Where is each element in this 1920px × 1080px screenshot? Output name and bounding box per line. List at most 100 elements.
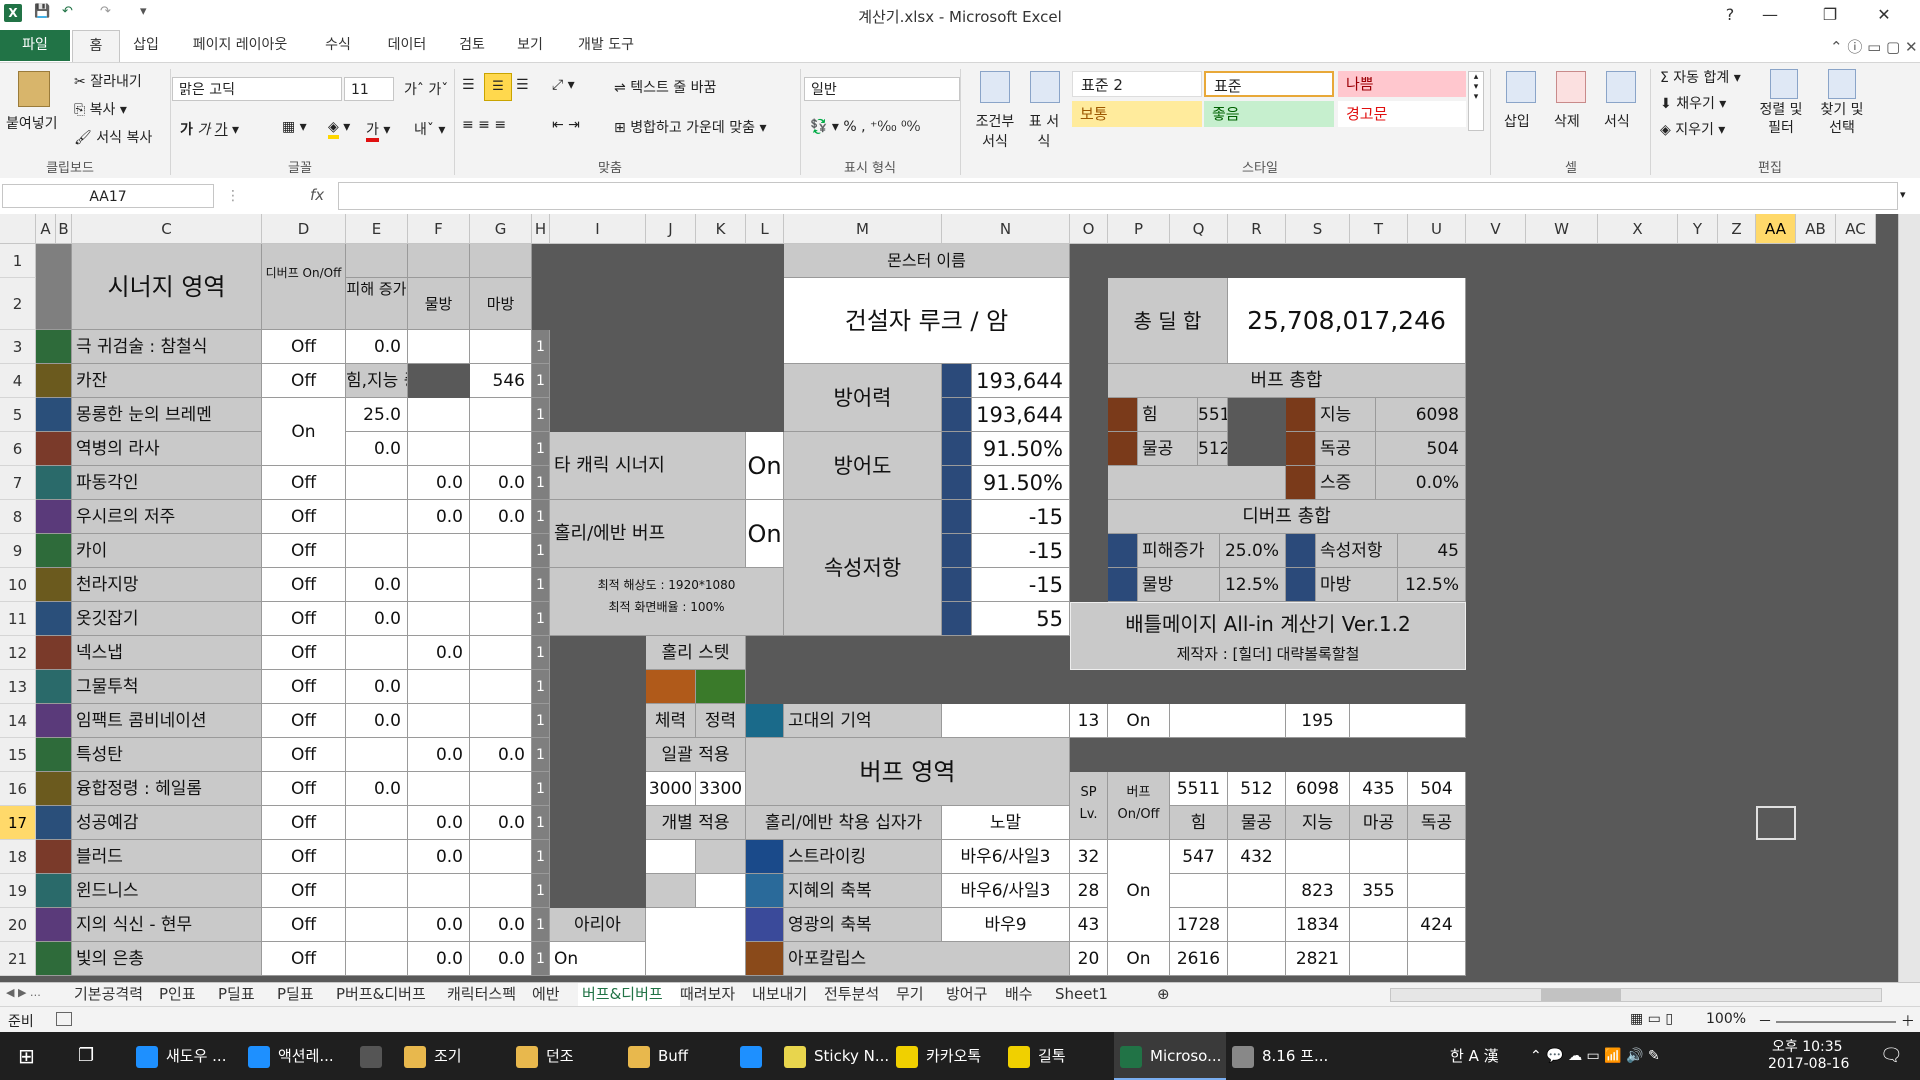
- notification-icon[interactable]: 🗨: [1880, 1032, 1903, 1080]
- horizontal-scrollbar[interactable]: [1390, 988, 1882, 1002]
- row-header[interactable]: 7: [0, 466, 36, 500]
- sheet-tab[interactable]: P버프&디버프: [332, 983, 447, 1006]
- synergy-onoff-cell[interactable]: Off: [262, 534, 346, 568]
- row-header[interactable]: 2: [0, 278, 36, 330]
- sheet-tab[interactable]: Sheet1: [1051, 983, 1153, 1006]
- row-header[interactable]: 15: [0, 738, 36, 772]
- find-select-button[interactable]: 찾기 및 선택: [1816, 101, 1868, 137]
- buff-skill-lv[interactable]: 28: [1070, 874, 1108, 908]
- column-header[interactable]: AC: [1836, 214, 1876, 244]
- format-cells-icon[interactable]: [1606, 71, 1636, 103]
- sheet-nav-icon[interactable]: ◀ ▶ …: [6, 986, 41, 999]
- holy-spi-value[interactable]: 3300: [696, 772, 746, 806]
- taskbar-app[interactable]: 던조: [510, 1032, 622, 1080]
- tab-home[interactable]: 홈: [72, 30, 120, 62]
- synergy-onoff-cell[interactable]: Off: [262, 738, 346, 772]
- select-all-corner[interactable]: [0, 214, 36, 244]
- synergy-onoff-cell[interactable]: Off: [262, 466, 346, 500]
- column-header[interactable]: X: [1598, 214, 1678, 244]
- column-header[interactable]: U: [1408, 214, 1466, 244]
- sheet-tab[interactable]: 에반: [528, 983, 582, 1006]
- column-header[interactable]: K: [696, 214, 746, 244]
- holy-each-spi[interactable]: [696, 874, 746, 908]
- ime-indicator[interactable]: 한 A 漢: [1450, 1032, 1499, 1080]
- other-synergy-value[interactable]: On: [746, 432, 784, 500]
- indent-icon[interactable]: ⇤ ⇥: [552, 117, 580, 133]
- clock-date[interactable]: 2017-08-16: [1768, 1056, 1849, 1072]
- taskbar-app[interactable]: 새도우 ...: [130, 1032, 242, 1080]
- paste-button[interactable]: 붙여넣기: [6, 113, 58, 133]
- scrollbar-thumb[interactable]: [1541, 989, 1621, 1001]
- styles-scroll-icon[interactable]: ▴ ▾ ▾: [1468, 71, 1484, 131]
- row-header[interactable]: 9: [0, 534, 36, 568]
- sheet-tab[interactable]: 기본공격력: [70, 983, 159, 1006]
- paste-icon[interactable]: [18, 71, 50, 107]
- row-header[interactable]: 4: [0, 364, 36, 398]
- align-top-icon[interactable]: ☰: [462, 77, 475, 93]
- conditional-format-icon[interactable]: [980, 71, 1010, 103]
- sheet-tab[interactable]: 전투분석: [820, 983, 896, 1006]
- buff-onoff-apoc[interactable]: On: [1108, 942, 1170, 976]
- synergy-onoff-cell[interactable]: Off: [262, 772, 346, 806]
- synergy-onoff-cell[interactable]: Off: [262, 908, 346, 942]
- start-button[interactable]: ⊞: [18, 1032, 35, 1080]
- column-header[interactable]: M: [784, 214, 942, 244]
- style-warning[interactable]: 경고문: [1338, 101, 1466, 127]
- table-format-button[interactable]: 표 서식: [1028, 111, 1060, 151]
- sheet-tab[interactable]: 때려보자: [676, 983, 752, 1006]
- bold-italic-underline-icon[interactable]: 가 가 가 ▾: [180, 119, 239, 139]
- column-header[interactable]: N: [942, 214, 1070, 244]
- task-view-icon[interactable]: ❐: [78, 1032, 94, 1080]
- tab-view[interactable]: 보기: [510, 30, 550, 61]
- add-sheet-icon[interactable]: ⊕: [1153, 983, 1174, 1006]
- align-middle-icon[interactable]: ☰: [484, 73, 512, 101]
- row-header[interactable]: 19: [0, 874, 36, 908]
- column-header[interactable]: S: [1286, 214, 1350, 244]
- synergy-onoff-cell[interactable]: Off: [262, 636, 346, 670]
- format-cells-button[interactable]: 서식: [1604, 111, 1630, 131]
- sort-filter-button[interactable]: 정렬 및 필터: [1758, 101, 1804, 137]
- row-header[interactable]: 12: [0, 636, 36, 670]
- row-header[interactable]: 10: [0, 568, 36, 602]
- row-header[interactable]: 5: [0, 398, 36, 432]
- taskbar-app[interactable]: 액션레...: [242, 1032, 354, 1080]
- column-header[interactable]: AB: [1796, 214, 1836, 244]
- fill-color-icon[interactable]: ◈ ▾: [328, 119, 350, 139]
- sheet-tab[interactable]: P인표: [155, 983, 218, 1006]
- align-left-icon[interactable]: ≡ ≡ ≡: [462, 117, 506, 133]
- buff-skill-set[interactable]: 바우6/사일3: [942, 840, 1070, 874]
- orientation-icon[interactable]: ⤢ ▾: [552, 77, 575, 93]
- tab-formulas[interactable]: 수식: [318, 30, 358, 61]
- row-header[interactable]: 17: [0, 806, 36, 840]
- taskbar-app[interactable]: 조기: [398, 1032, 510, 1080]
- row-header[interactable]: 3: [0, 330, 36, 364]
- autosum-button[interactable]: Σ 자동 합계 ▾: [1660, 67, 1741, 87]
- buff-skill-lv[interactable]: 32: [1070, 840, 1108, 874]
- wrap-text-button[interactable]: ⇌ 텍스트 줄 바꿈: [614, 77, 716, 97]
- view-normal-icon[interactable]: ▦ ▭ ▯: [1630, 1011, 1673, 1027]
- insert-cells-icon[interactable]: [1506, 71, 1536, 103]
- clear-button[interactable]: ◈ 지우기 ▾: [1660, 119, 1725, 139]
- selected-cell[interactable]: [1756, 806, 1796, 840]
- synergy-onoff-cell[interactable]: Off: [262, 500, 346, 534]
- vertical-scrollbar[interactable]: [1898, 214, 1920, 982]
- macro-record-icon[interactable]: [56, 1012, 72, 1026]
- sheet-tab[interactable]: 무기: [892, 983, 946, 1006]
- font-size-select[interactable]: 11: [344, 77, 394, 101]
- style-bad[interactable]: 나쁨: [1338, 71, 1466, 97]
- column-header[interactable]: V: [1466, 214, 1526, 244]
- help-icon[interactable]: ?: [1710, 2, 1750, 28]
- taskbar-app[interactable]: [354, 1032, 398, 1080]
- column-header[interactable]: R: [1228, 214, 1286, 244]
- synergy-onoff-cell[interactable]: Off: [262, 942, 346, 976]
- sheet-tab[interactable]: 배수: [1001, 983, 1055, 1006]
- name-box[interactable]: AA17: [2, 184, 214, 208]
- format-painter-button[interactable]: 🖌 서식 복사: [74, 127, 152, 147]
- copy-button[interactable]: ⎘ 복사 ▾: [74, 99, 127, 119]
- number-format-select[interactable]: 일반: [804, 77, 960, 101]
- formula-input[interactable]: [338, 182, 1898, 210]
- column-header[interactable]: T: [1350, 214, 1408, 244]
- column-header[interactable]: L: [746, 214, 784, 244]
- row-header[interactable]: 1: [0, 244, 36, 278]
- synergy-onoff-cell[interactable]: Off: [262, 840, 346, 874]
